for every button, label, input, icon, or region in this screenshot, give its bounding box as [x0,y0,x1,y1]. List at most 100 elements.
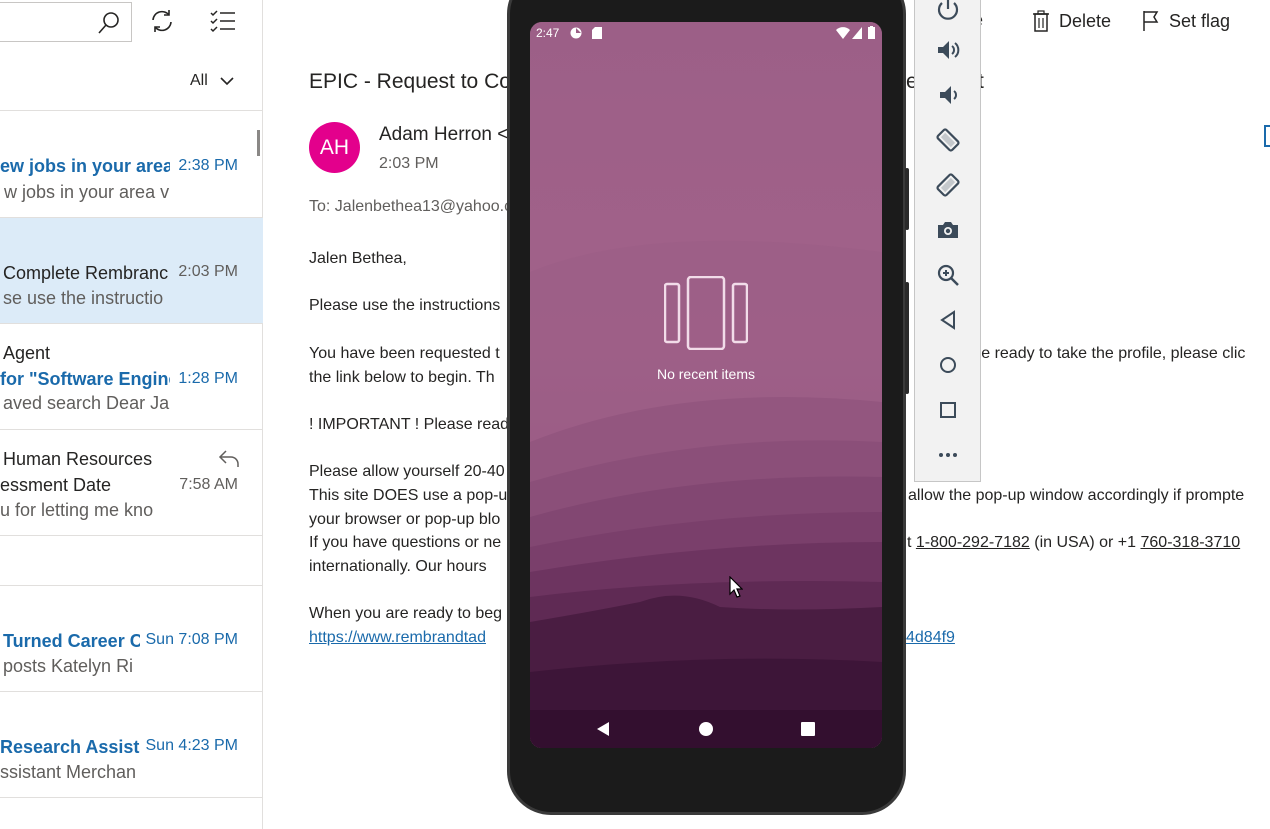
filter-label: All [190,72,208,89]
home-icon[interactable] [698,721,714,737]
volume-up-icon[interactable] [936,38,960,62]
body-text: Please allow yourself 20-40 [309,463,505,480]
sender-name-text: Adam Herron [379,124,492,145]
overview-icon[interactable] [800,721,816,737]
body-text: This site DOES use a pop-u [309,487,508,504]
body-text: (in USA) or +1 [1034,534,1137,551]
trash-icon [1033,10,1049,32]
home-icon[interactable] [936,353,960,377]
camera-icon[interactable] [936,218,960,242]
delete-button[interactable]: Delete [1031,10,1111,32]
overview-icon[interactable] [936,398,960,422]
body-text: When you are ready to beg [309,605,503,622]
mail-subject: Research Assistar [0,737,140,757]
mail-preview: ssistant Merchan [0,762,137,782]
mail-item[interactable]: Agent for "Software Engine 1:28 PM aved … [0,324,263,430]
sd-card-icon [592,27,602,39]
volume-down-icon[interactable] [936,83,960,107]
body-text: ! IMPORTANT ! Please read [309,416,510,433]
mail-preview: aved search Dear Jale [3,393,170,413]
mail-item[interactable]: Human Resources essment Date 7:58 AM u f… [0,430,263,536]
wifi-icon [836,27,850,39]
delete-label: Delete [1059,10,1112,31]
wallpaper [530,22,882,748]
mail-sender: Human Resources [3,449,153,469]
mail-item[interactable]: ew jobs in your area 2:38 PM w jobs in y… [0,111,263,218]
mail-preview: se use the instructio [3,288,164,308]
set-flag-label: Set flag [1169,10,1231,31]
chevron-down-icon [220,77,234,86]
emulator-toolbar [914,0,981,482]
replied-icon [218,450,239,467]
status-bar: 2:47 [530,22,882,44]
mail-time: 7:58 AM [179,476,238,493]
mail-preview: u for letting me kno [0,500,154,520]
avatar[interactable]: AH [309,122,360,173]
body-text: Please use the instructions [309,297,501,314]
message-title: EPIC - Request to Co [309,70,511,94]
mail-item[interactable]: Turned Career C Sun 7:08 PM posts Kately… [0,586,263,692]
mail-item-selected[interactable]: Complete Rembranc 2:03 PM se use the ins… [0,218,263,324]
device-side-button [905,282,909,394]
mail-sender: Agent [3,343,51,363]
mouse-cursor-icon [729,576,743,598]
notification-icon [570,27,582,39]
more-icon[interactable] [936,443,960,467]
search-icon[interactable] [97,11,121,35]
recents-empty-icon [664,276,748,350]
message-title-text: EPIC - Request to Co [309,70,511,93]
recipient-line: To: Jalenbethea13@yahoo.c [309,198,512,216]
mail-preview: w jobs in your area v [4,182,170,202]
mail-subject: essment Date [0,475,112,495]
rotate-right-icon[interactable] [936,173,960,197]
battery-icon [868,26,875,39]
back-icon[interactable] [936,308,960,332]
body-text: allow the pop-up window accordingly if p… [908,487,1245,504]
assessment-link-end[interactable]: 4d84f9 [906,629,955,647]
recipient-address[interactable]: Jalenbethea13@yahoo.c [335,198,512,215]
contact-line: t 1-800-292-7182 (in USA) or +1 760-318-… [907,534,1240,552]
rotate-left-icon[interactable] [936,128,960,152]
body-text: internationally. Our hours [309,558,487,575]
calendar-icon[interactable] [1264,125,1270,147]
device-side-button [905,168,909,230]
power-icon[interactable] [936,0,960,21]
filter-dropdown[interactable]: All [190,72,234,90]
select-mode-icon[interactable] [210,8,236,34]
assessment-link[interactable]: https://www.rembrandtad [309,629,486,647]
mail-time: Sun 7:08 PM [145,631,239,648]
mail-subject: ew jobs in your area [0,156,170,176]
mail-time: Sun 4:23 PM [145,737,239,754]
list-group-header [0,536,263,586]
body-text: are ready to take the profile, please cl… [967,345,1246,362]
zoom-icon[interactable] [936,263,960,287]
sync-icon[interactable] [149,8,175,34]
search-box[interactable] [0,2,132,42]
to-label: To: [309,198,331,215]
signal-icon [852,27,862,39]
flag-icon [1143,11,1159,31]
mail-time: 2:38 PM [178,157,238,174]
avatar-initials: AH [319,135,350,159]
mail-time: 1:28 PM [178,370,238,387]
mail-time: 2:03 PM [178,263,238,280]
desktop: All ew jobs in your area 2:38 PM w jobs … [0,0,1270,829]
mail-subject: Turned Career C [3,631,140,651]
mail-item[interactable]: Research Assistar Sun 4:23 PM ssistant M… [0,692,263,798]
sender-name[interactable]: Adam Herron < [379,124,508,146]
recents-empty-label: No recent items [656,366,756,382]
phone-link[interactable]: 760-318-3710 [1141,534,1241,551]
phone-link[interactable]: 1-800-292-7182 [916,534,1030,551]
device-screen[interactable]: 2:47 No recent items [530,22,882,748]
set-flag-button[interactable]: Set flag [1141,10,1230,32]
mail-list-pane: All ew jobs in your area 2:38 PM w jobs … [0,0,263,829]
body-text: the link below to begin. Th [309,369,495,386]
greeting: Jalen Bethea, [309,250,407,267]
mail-preview: posts Katelyn Ri [3,656,134,676]
mail-subject: for "Software Engine [0,369,170,389]
android-nav-bar [530,710,882,748]
back-icon[interactable] [595,721,611,737]
body-text: t [907,534,912,551]
body-text: You have been requested t [309,345,500,362]
body-text: If you have questions or ne [309,534,502,551]
